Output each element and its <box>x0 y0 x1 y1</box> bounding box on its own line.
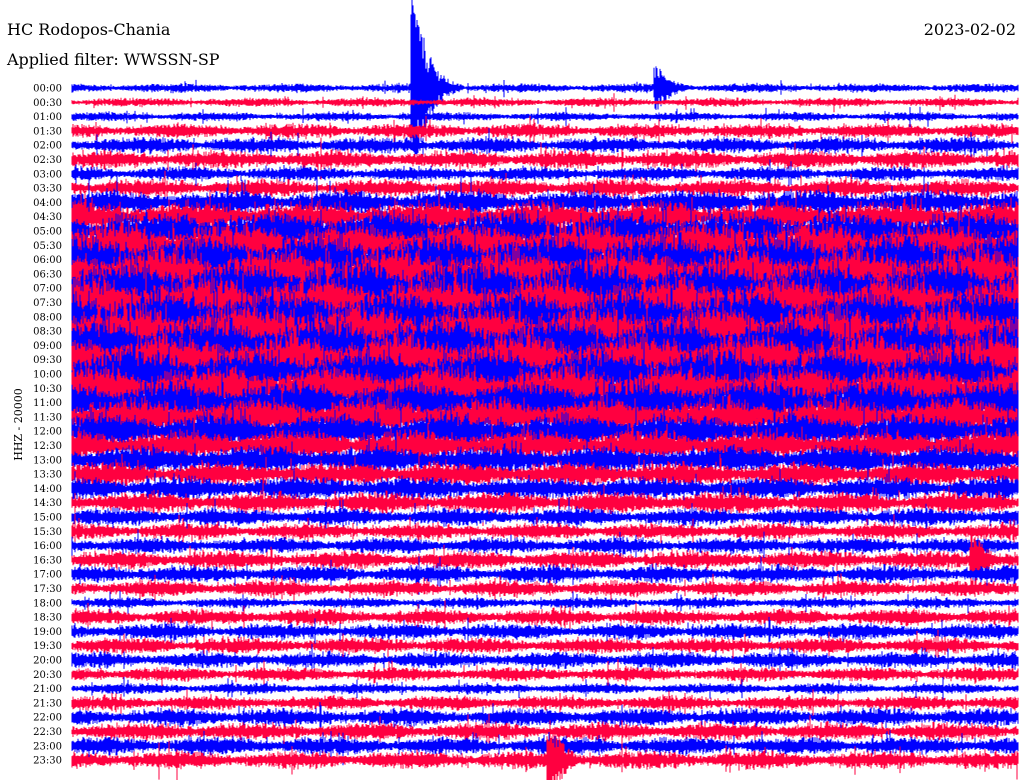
row-time-label: 08:00 <box>33 312 62 323</box>
row-time-label: 22:00 <box>33 713 62 724</box>
row-time-label: 16:00 <box>33 541 62 552</box>
row-time-label: 11:00 <box>33 398 62 409</box>
row-time-label: 05:30 <box>33 241 62 252</box>
row-time-label: 23:00 <box>33 741 62 752</box>
row-time-label: 18:30 <box>33 613 62 624</box>
row-time-label: 22:30 <box>33 727 62 738</box>
row-time-label: 23:30 <box>33 756 62 767</box>
row-time-label: 12:00 <box>33 427 62 438</box>
row-time-label: 09:30 <box>33 355 62 366</box>
row-time-label: 03:30 <box>33 184 62 195</box>
row-time-label: 06:30 <box>33 269 62 280</box>
row-time-label: 19:30 <box>33 641 62 652</box>
row-time-label: 06:00 <box>33 255 62 266</box>
row-time-label: 04:30 <box>33 212 62 223</box>
row-time-label: 02:30 <box>33 155 62 166</box>
row-time-label: 05:00 <box>33 227 62 238</box>
trace-row-1800 <box>71 590 1019 616</box>
row-time-label: 14:30 <box>33 498 62 509</box>
row-time-label: 01:00 <box>33 112 62 123</box>
row-time-label: 21:30 <box>33 698 62 709</box>
row-time-label: 18:00 <box>33 598 62 609</box>
trace-row-0130 <box>71 115 1019 144</box>
helicorder-plot: 00:00 00:30 01:00 01:30 02:00 02:30 03:00 03:30… <box>33 0 1019 780</box>
row-time-label: 15:30 <box>33 527 62 538</box>
row-time-label: 08:30 <box>33 327 62 338</box>
row-time-label: 07:30 <box>33 298 62 309</box>
row-time-label: 02:00 <box>33 141 62 152</box>
row-time-label: 01:30 <box>33 126 62 137</box>
row-time-label: 20:00 <box>33 656 62 667</box>
row-time-label: 15:00 <box>33 513 62 524</box>
row-time-label: 14:00 <box>33 484 62 495</box>
row-time-label: 19:00 <box>33 627 62 638</box>
row-time-label: 10:30 <box>33 384 62 395</box>
row-time-label: 13:30 <box>33 470 62 481</box>
row-time-label: 03:00 <box>33 169 62 180</box>
row-time-label: 00:30 <box>33 98 62 109</box>
row-time-label: 17:30 <box>33 584 62 595</box>
row-time-label: 09:00 <box>33 341 62 352</box>
row-time-label: 00:00 <box>33 84 62 95</box>
row-time-label: 21:00 <box>33 684 62 695</box>
row-time-label: 16:30 <box>33 555 62 566</box>
row-time-label: 17:00 <box>33 570 62 581</box>
trace-row-0000 <box>71 0 1019 160</box>
trace-row-0030 <box>71 93 1019 113</box>
row-time-label: 12:30 <box>33 441 62 452</box>
row-time-label: 10:00 <box>33 370 62 381</box>
row-time-label: 07:00 <box>33 284 62 295</box>
row-time-label: 13:00 <box>33 455 62 466</box>
row-time-label: 11:30 <box>33 412 62 423</box>
row-time-label: 20:30 <box>33 670 62 681</box>
row-time-label: 04:00 <box>33 198 62 209</box>
